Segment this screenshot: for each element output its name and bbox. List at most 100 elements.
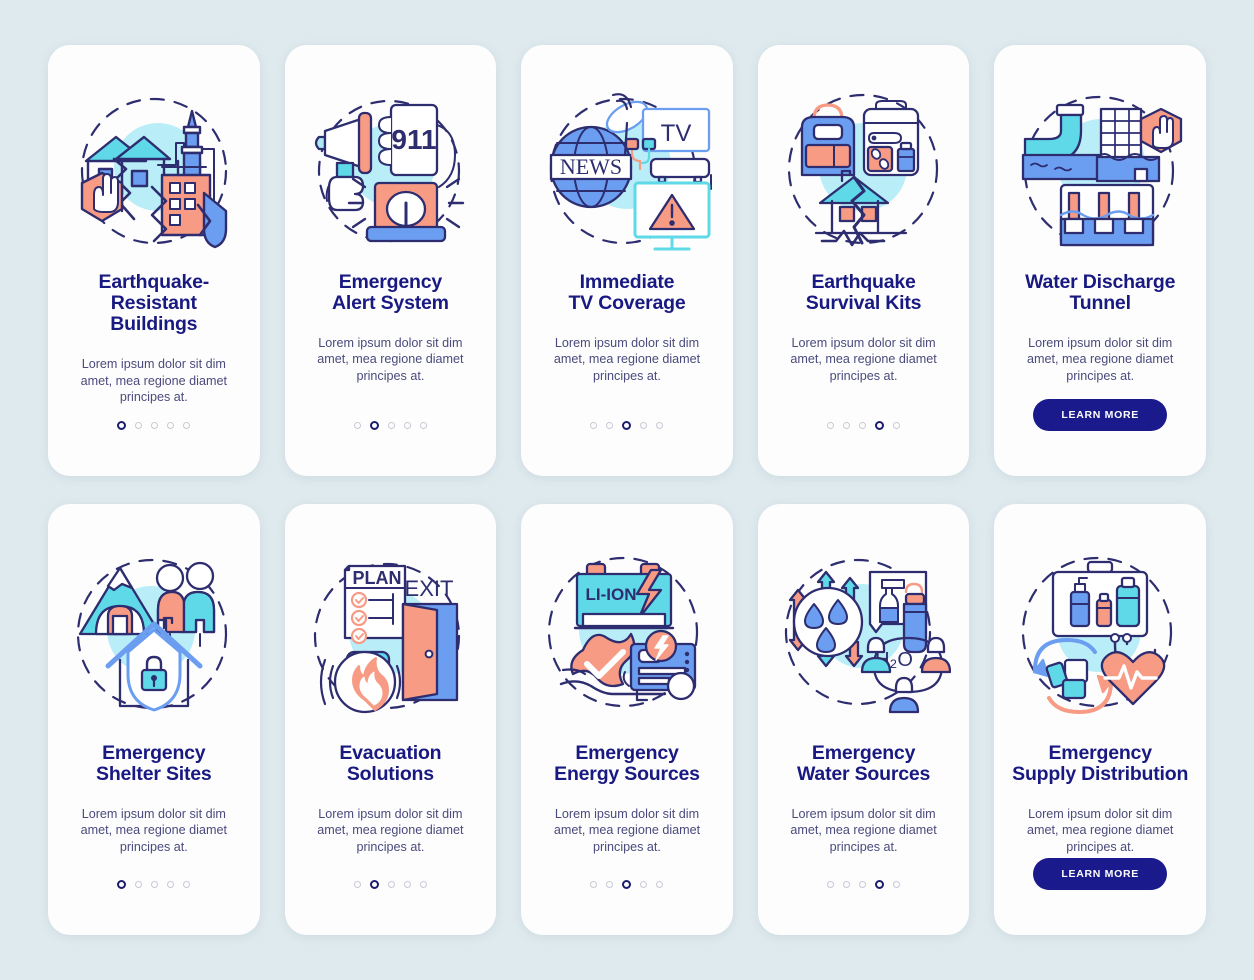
card-title-line: Shelter Sites — [96, 763, 212, 786]
pagination-dots — [827, 880, 901, 889]
card-title-line: Emergency — [338, 271, 443, 293]
onboarding-card[interactable]: 911 Emergency Alert System Lorem ipsum dol… — [284, 45, 497, 476]
card-title-line: Emergency — [102, 742, 206, 764]
pagination-dot-active[interactable] — [875, 421, 885, 430]
pagination-dot[interactable] — [859, 422, 867, 429]
svg-text:NEWS: NEWS — [560, 154, 622, 179]
earthquake-survival-kits-icon — [776, 83, 951, 258]
pagination-dot[interactable] — [656, 881, 664, 888]
pagination-dot-active[interactable] — [117, 880, 127, 889]
pagination-dot[interactable] — [827, 422, 835, 429]
card-description: Lorem ipsum dolor sit dim amet, mea regi… — [80, 807, 227, 854]
pagination-dot[interactable] — [183, 422, 191, 429]
onboarding-card[interactable]: Earthquake-Resistant Buildings Lorem ipsum… — [48, 45, 260, 476]
pagination-dot[interactable] — [151, 881, 159, 888]
card-description: Lorem ipsum dolor sit dim amet, mea regi… — [553, 807, 701, 854]
card-title-line: Water Sources — [796, 763, 931, 786]
pagination-dots — [353, 880, 427, 889]
evacuation-solutions-illustration: PLAN EXIT — [313, 562, 460, 714]
water-discharge-tunnel-icon — [1013, 83, 1188, 258]
emergency-energy-sources-illustration: LI-ION — [548, 556, 699, 708]
pagination-dot[interactable] — [387, 881, 395, 888]
onboarding-card[interactable]: Emergency Supply Distribution Lorem ipsum … — [994, 504, 1206, 935]
card-description: Lorem ipsum dolor sit dim amet, mea regi… — [80, 357, 227, 404]
card-title-line: Emergency — [1048, 742, 1153, 764]
card-title-line: Solutions — [346, 763, 434, 786]
pagination-dot[interactable] — [167, 422, 175, 429]
card-title: Earthquake Survival Kits — [806, 271, 922, 314]
card-row-2: Emergency Shelter Sites Lorem ipsum dolor … — [48, 504, 1206, 935]
onboarding-card[interactable]: NEWS TV Immediate TV Coverage Lorem ipsum … — [521, 45, 733, 476]
emergency-shelter-sites-illustration — [77, 558, 228, 712]
emergency-alert-system-icon: 911 — [303, 83, 478, 258]
pagination-dot[interactable] — [183, 881, 191, 888]
card-title-line: Earthquake — [811, 271, 916, 293]
onboarding-card[interactable]: PLAN EXIT Evacuation Solutions Lorem ipsum… — [284, 504, 497, 935]
pagination-dot[interactable] — [590, 881, 598, 888]
pagination-dot[interactable] — [893, 422, 901, 429]
pagination-dot[interactable] — [843, 881, 851, 888]
pagination-dot[interactable] — [403, 422, 411, 429]
evacuation-solutions-icon: PLAN EXIT — [303, 548, 478, 723]
pagination-dot[interactable] — [167, 881, 175, 888]
pagination-dot[interactable] — [640, 881, 648, 888]
card-title: Emergency Alert System — [331, 271, 449, 315]
card-title: Earthquake-Resistant Buildings — [64, 271, 244, 336]
learn-more-button[interactable]: LEARN MORE — [1033, 399, 1167, 431]
card-title: Evacuation Solutions — [339, 742, 441, 786]
emergency-energy-sources-icon: LI-ION — [539, 548, 714, 723]
pagination-dot[interactable] — [827, 881, 835, 888]
pagination-dot[interactable] — [403, 881, 411, 888]
immediate-tv-coverage-illustration: NEWS TV — [550, 93, 713, 251]
pagination-dot[interactable] — [419, 881, 427, 888]
onboarding-card[interactable]: Emergency Shelter Sites Lorem ipsum dolor … — [48, 504, 260, 935]
pagination-dot[interactable] — [151, 422, 159, 429]
pagination-dots — [117, 421, 191, 430]
pagination-dot[interactable] — [640, 422, 648, 429]
pagination-dots — [590, 880, 664, 889]
pagination-dot[interactable] — [419, 422, 427, 429]
pagination-dot-active[interactable] — [369, 880, 379, 889]
card-title-line: Emergency — [575, 742, 679, 764]
svg-text:LI-ION: LI-ION — [586, 585, 637, 604]
pagination-dot[interactable] — [353, 422, 361, 429]
pagination-dot-active[interactable] — [117, 421, 127, 430]
learn-more-button[interactable]: LEARN MORE — [1033, 858, 1167, 890]
onboarding-card[interactable]: LI-ION Emergency Energy Sources Lorem ipsu… — [521, 504, 733, 935]
emergency-supply-distribution-icon — [1013, 548, 1188, 723]
card-title-line: Water Discharge — [1025, 271, 1176, 293]
pagination-dot[interactable] — [843, 422, 851, 429]
pagination-dot[interactable] — [606, 881, 614, 888]
onboarding-screens-board: Earthquake-Resistant Buildings Lorem ipsum… — [0, 0, 1254, 980]
onboarding-card[interactable]: Water Discharge Tunnel Lorem ipsum dolor s… — [994, 45, 1206, 476]
earthquake-survival-kits-illustration — [787, 93, 939, 247]
card-description: Lorem ipsum dolor sit dim amet, mea regi… — [790, 336, 937, 383]
svg-text:PLAN: PLAN — [352, 568, 401, 588]
pagination-dot[interactable] — [135, 881, 143, 888]
card-title: Emergency Energy Sources — [554, 742, 700, 785]
pagination-dots — [353, 421, 427, 430]
immediate-tv-coverage-icon: NEWS TV — [539, 83, 714, 258]
pagination-dot-active[interactable] — [622, 421, 632, 430]
pagination-dot[interactable] — [135, 422, 143, 429]
card-title: Immediate TV Coverage — [568, 271, 685, 314]
pagination-dot[interactable] — [387, 422, 395, 429]
pagination-dot[interactable] — [893, 881, 901, 888]
pagination-dot[interactable] — [353, 881, 361, 888]
card-title-line: Buildings — [110, 313, 198, 336]
pagination-dot[interactable] — [590, 422, 598, 429]
pagination-dot-active[interactable] — [622, 880, 632, 889]
card-title-line: Alert System — [331, 292, 449, 315]
pagination-dot-active[interactable] — [875, 880, 885, 889]
onboarding-card[interactable]: Earthquake Survival Kits Lorem ipsum dolor… — [757, 45, 970, 476]
svg-text:EXIT: EXIT — [404, 576, 453, 601]
pagination-dot-active[interactable] — [369, 421, 379, 430]
water-discharge-tunnel-illustration — [1021, 95, 1182, 247]
onboarding-card[interactable]: H₂O Emergency Water Sources Lorem ipsum do… — [757, 504, 970, 935]
pagination-dots — [827, 421, 901, 430]
pagination-dot[interactable] — [656, 422, 664, 429]
pagination-dot[interactable] — [606, 422, 614, 429]
emergency-supply-distribution-illustration — [1021, 556, 1172, 714]
svg-text:TV: TV — [661, 120, 692, 147]
pagination-dot[interactable] — [859, 881, 867, 888]
